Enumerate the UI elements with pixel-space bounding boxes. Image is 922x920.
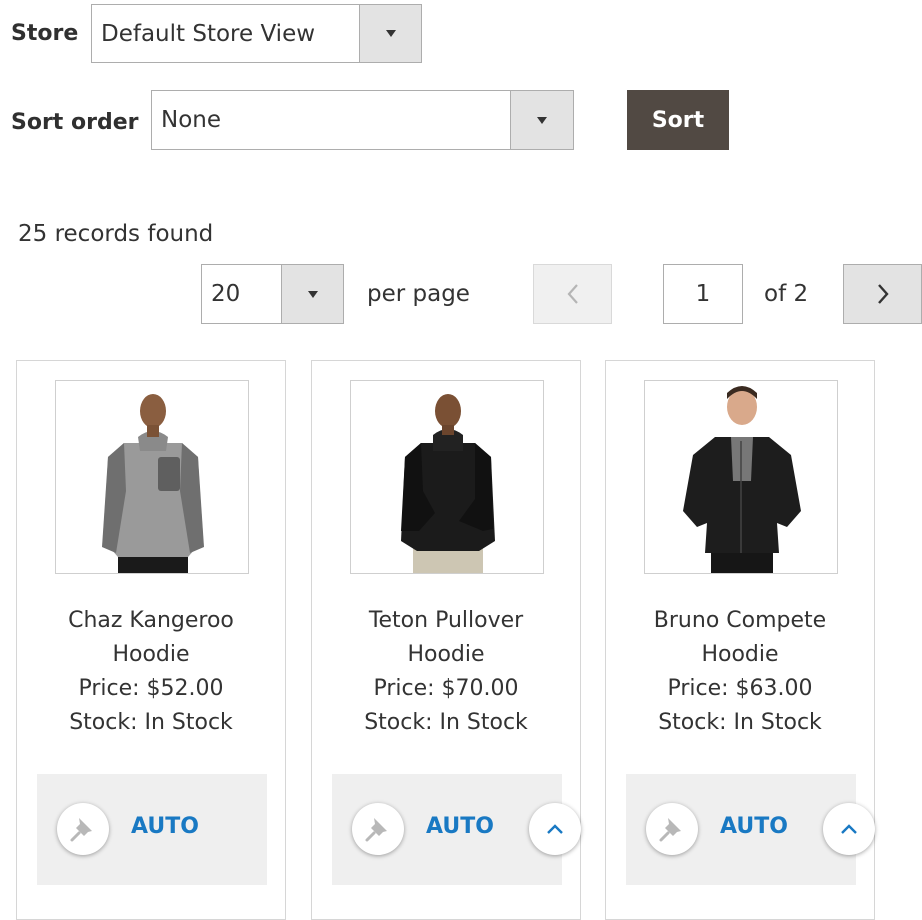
previous-page-button[interactable] — [533, 264, 612, 324]
pin-icon — [365, 818, 387, 842]
auto-position-label: AUTO — [426, 814, 494, 839]
store-select-value: Default Store View — [101, 20, 316, 47]
per-page-select-value: 20 — [211, 281, 241, 307]
sort-order-label: Sort order — [11, 110, 139, 135]
product-name[interactable]: Teton Pullover Hoodie — [312, 604, 580, 672]
product-name[interactable]: Bruno Compete Hoodie — [606, 604, 874, 672]
current-page-input[interactable]: 1 — [663, 264, 743, 324]
chevron-down-icon[interactable] — [359, 5, 421, 62]
product-image[interactable] — [55, 380, 249, 574]
per-page-select[interactable]: 20 — [201, 264, 344, 324]
product-actions-panel: AUTO — [626, 774, 875, 885]
product-image[interactable] — [644, 380, 838, 574]
move-up-button[interactable] — [529, 803, 581, 855]
pin-button[interactable] — [646, 803, 698, 855]
product-name[interactable]: Chaz Kangeroo Hoodie — [17, 604, 285, 672]
store-select[interactable]: Default Store View — [91, 4, 422, 63]
pin-button[interactable] — [57, 803, 109, 855]
product-name-line: Teton Pullover — [368, 608, 524, 633]
next-page-button[interactable] — [843, 264, 922, 324]
chevron-up-icon — [547, 824, 563, 834]
product-price: Price: $63.00 — [667, 676, 813, 701]
pin-icon — [659, 818, 681, 842]
pin-icon — [70, 818, 92, 842]
auto-position-label: AUTO — [720, 814, 788, 839]
product-stock: Stock: In Stock — [364, 710, 528, 735]
product-price: Price: $70.00 — [373, 676, 519, 701]
product-actions-panel: AUTO — [37, 774, 267, 885]
product-actions-panel: AUTO — [332, 774, 581, 885]
product-card: Teton Pullover Hoodie Price: $70.00 Stoc… — [311, 360, 581, 920]
product-image[interactable] — [350, 380, 544, 574]
product-price: Price: $52.00 — [78, 676, 224, 701]
page-count-label: of 2 — [764, 281, 809, 307]
product-card: Chaz Kangeroo Hoodie Price: $52.00 Stock… — [16, 360, 286, 920]
product-stock: Stock: In Stock — [658, 710, 822, 735]
sort-button[interactable]: Sort — [627, 90, 729, 150]
chevron-right-icon — [877, 284, 889, 304]
product-name-line: Hoodie — [407, 642, 485, 667]
sort-order-select[interactable]: None — [151, 90, 574, 150]
chevron-up-icon — [841, 824, 857, 834]
product-name-line: Hoodie — [701, 642, 779, 667]
product-name-line: Chaz Kangeroo — [68, 608, 234, 633]
product-name-line: Bruno Compete — [653, 608, 827, 633]
sort-order-select-value: None — [161, 107, 222, 133]
move-up-button[interactable] — [823, 803, 875, 855]
chevron-down-icon[interactable] — [281, 265, 343, 323]
product-stock: Stock: In Stock — [69, 710, 233, 735]
chevron-left-icon — [567, 284, 578, 304]
auto-position-label: AUTO — [131, 814, 199, 839]
per-page-label: per page — [367, 281, 470, 307]
pin-button[interactable] — [352, 803, 404, 855]
product-card: Bruno Compete Hoodie Price: $63.00 Stock… — [605, 360, 875, 920]
records-found-text: 25 records found — [18, 221, 214, 247]
product-name-line: Hoodie — [112, 642, 190, 667]
chevron-down-icon[interactable] — [510, 91, 573, 149]
store-label: Store — [11, 21, 79, 46]
